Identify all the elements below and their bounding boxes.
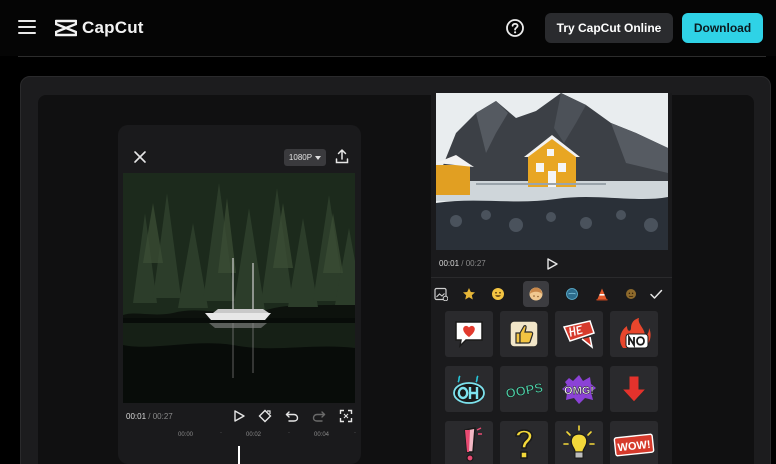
- ruler-tick: 00:04: [314, 432, 330, 438]
- cone-icon: [596, 288, 608, 301]
- emoji-icon: [492, 288, 504, 300]
- header-divider: [18, 56, 766, 57]
- top-navigation-bar: CapCut Try CapCut Online Download: [0, 0, 776, 56]
- sticker-category-tab[interactable]: [621, 284, 641, 304]
- fullscreen-icon[interactable]: [339, 409, 353, 423]
- capcut-logo[interactable]: CapCut: [55, 15, 144, 41]
- resolution-selector[interactable]: 1080P: [284, 149, 326, 166]
- brand-name: CapCut: [82, 18, 144, 37]
- here-arrow-sticker: [562, 320, 595, 349]
- export-icon[interactable]: [335, 148, 349, 164]
- mountain-house-image: [436, 93, 668, 250]
- preview-total-time: / 00:27: [461, 259, 486, 268]
- oh-sticker: [453, 375, 485, 404]
- sticker-category-tab[interactable]: [459, 284, 479, 304]
- resolution-value: 1080P: [288, 153, 313, 162]
- caret-down-icon: [315, 155, 322, 160]
- sticker-category-tab[interactable]: [431, 284, 451, 304]
- sticker-category-tab[interactable]: [592, 284, 612, 304]
- preview-timecode: 00:01 / 00:27: [439, 259, 486, 268]
- cookie-icon: [529, 287, 543, 301]
- play-icon[interactable]: [545, 257, 559, 271]
- lightbulb-sticker: [563, 425, 595, 459]
- image-sticker-icon: [434, 287, 448, 301]
- ruler-tick: 00:00: [178, 432, 194, 438]
- play-icon[interactable]: [232, 409, 246, 423]
- help-icon[interactable]: [505, 18, 525, 38]
- panel-divider: [431, 277, 672, 278]
- question-mark-sticker: [515, 429, 533, 459]
- editor-total-time: / 00:27: [148, 412, 173, 421]
- down-arrow-sticker: [620, 375, 648, 403]
- ruler-tick: 00:02: [246, 432, 262, 438]
- menu-icon[interactable]: [18, 19, 36, 35]
- try-capcut-online-button[interactable]: Try CapCut Online: [545, 13, 673, 43]
- sticker-category-tab-active[interactable]: [523, 281, 549, 307]
- planet-icon: [566, 288, 578, 300]
- keyframe-icon[interactable]: [258, 409, 272, 423]
- omg-sticker-text: OMG!: [564, 385, 594, 397]
- timeline-ruler[interactable]: 00:00 · 00:02 · 00:04 ·: [118, 430, 361, 442]
- sticker-category-tab[interactable]: [562, 284, 582, 304]
- sticker-item[interactable]: [445, 421, 493, 464]
- editor-current-time: 00:01: [126, 412, 147, 421]
- capcut-logo-icon: [55, 19, 77, 37]
- no-fire-sticker: [620, 318, 651, 349]
- sticker-item[interactable]: WOW!: [610, 421, 658, 464]
- ruler-dot: ·: [220, 430, 222, 436]
- sticker-category-tab[interactable]: [646, 284, 666, 304]
- oops-sticker-text: OOPS: [504, 380, 544, 401]
- sticker-item[interactable]: [500, 311, 548, 357]
- ruler-dot: ·: [354, 430, 356, 436]
- sticker-item[interactable]: [610, 366, 658, 412]
- sticker-category-tab[interactable]: [488, 284, 508, 304]
- redo-icon[interactable]: [312, 409, 326, 423]
- video-preview[interactable]: [123, 173, 355, 403]
- oops-sticker: OOPS: [504, 379, 544, 401]
- sticker-item[interactable]: [500, 421, 548, 464]
- sticker-item[interactable]: OOPS: [500, 366, 548, 412]
- omg-sticker: OMG!: [562, 375, 596, 404]
- lake-sailboat-image: [123, 173, 355, 403]
- timeline-playhead[interactable]: [238, 446, 240, 464]
- sticker-item[interactable]: [445, 311, 493, 357]
- sticker-item[interactable]: [445, 366, 493, 412]
- star-icon: [463, 288, 475, 300]
- ruler-dot: ·: [288, 430, 290, 436]
- heart-speech-bubble-sticker: [455, 321, 483, 349]
- editor-timecode: 00:01 / 00:27: [126, 412, 173, 421]
- sticker-item[interactable]: OMG!: [555, 366, 603, 412]
- check-icon: [650, 289, 663, 299]
- photo-preview[interactable]: [436, 93, 668, 250]
- thumbs-up-sticker: [509, 320, 539, 348]
- sticker-item[interactable]: [555, 311, 603, 357]
- close-icon[interactable]: [133, 150, 147, 164]
- undo-icon[interactable]: [285, 409, 299, 423]
- sticker-item[interactable]: [610, 311, 658, 357]
- wow-sticker: WOW!: [613, 433, 655, 457]
- exclamation-sticker: [464, 427, 482, 462]
- sticker-item[interactable]: [555, 421, 603, 464]
- preview-current-time: 00:01: [439, 259, 460, 268]
- download-button[interactable]: Download: [682, 13, 763, 43]
- face-icon: [626, 289, 636, 299]
